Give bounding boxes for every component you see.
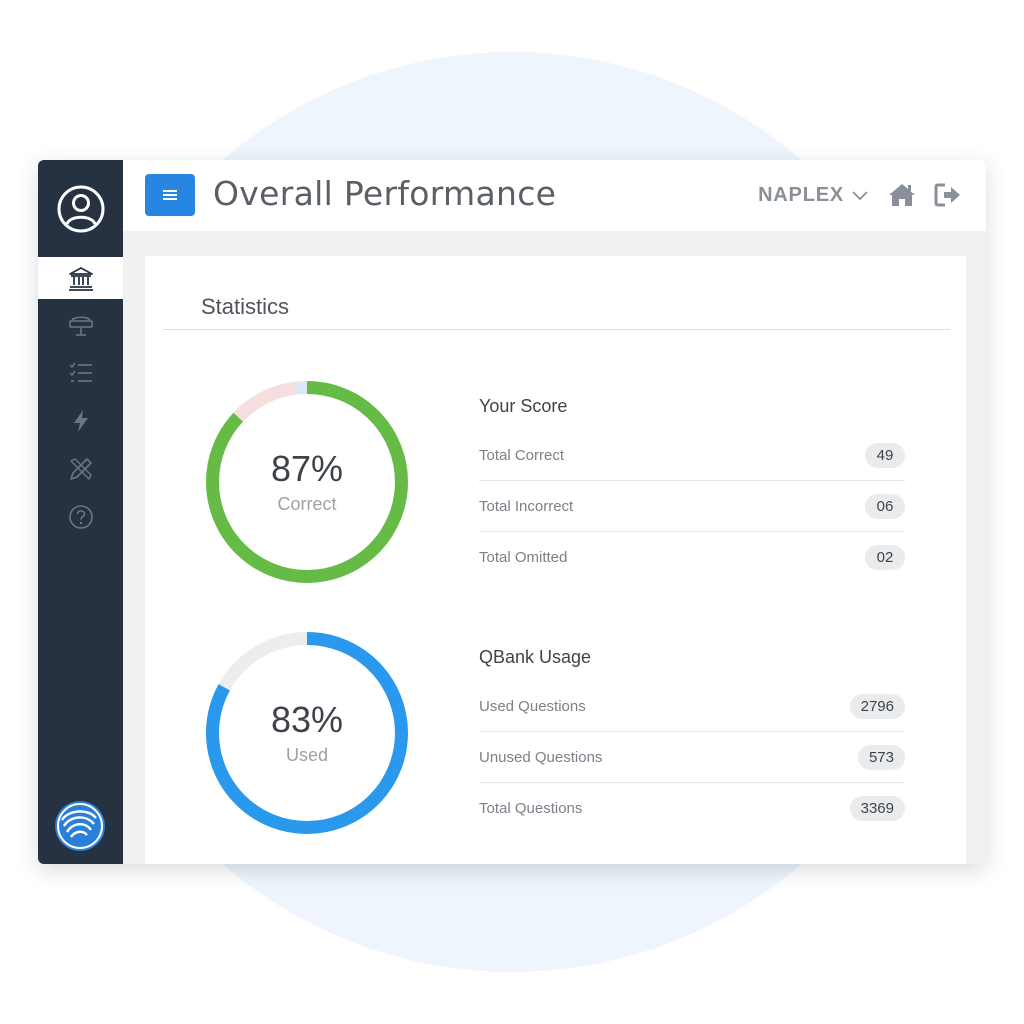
stat-label: Total Omitted [479,549,568,566]
statistics-card: Statistics 87% Correct 83% Used Your Sco… [145,256,966,864]
stat-label: Unused Questions [479,748,603,766]
exam-selector-label: NAPLEX [758,184,844,206]
stat-value-badge: 49 [865,442,905,468]
list-item: Used Questions 2796 [479,681,905,732]
logout-button[interactable] [934,182,962,213]
score-ring: 87% Correct [206,381,408,583]
top-header: Overall Performance NAPLEX [123,160,986,231]
sidebar-item-tests[interactable] [38,352,123,394]
stat-label: Total Correct [479,446,565,464]
qbank-usage-title: QBank Usage [479,647,592,667]
list-item: Total Omitted 02 [479,532,905,583]
stat-label: Total Incorrect [479,497,574,515]
app-window: Overall Performance NAPLEX Statistics 87… [38,160,986,864]
pencil-ruler-icon [69,458,92,480]
sidebar-item-flashcards[interactable] [38,400,123,442]
stat-value-badge: 573 [857,744,905,770]
usage-label: Used [285,745,329,766]
tutor-board-icon [68,316,93,336]
logout-icon [934,183,960,207]
sidebar-item-overall[interactable] [38,257,123,299]
stat-label: Total Questions [479,800,583,817]
statistics-title: Statistics [201,294,290,319]
list-item: Total Questions 3369 [479,783,905,834]
profile-icon [57,185,104,232]
sidebar-item-notes[interactable] [38,448,123,490]
sidebar-item-help[interactable] [38,496,123,538]
list-item: Total Incorrect 06 [479,481,905,532]
your-score-title: Your Score [479,396,568,416]
stat-value-badge: 3369 [849,796,905,821]
sidebar [38,160,123,864]
page-title: Overall Performance [213,174,557,213]
list-item: Unused Questions 573 [479,732,905,783]
help-icon [68,505,93,529]
sidebar-item-tutor[interactable] [38,304,123,346]
home-button[interactable] [888,182,916,213]
stat-value-badge: 02 [865,545,905,570]
bank-icon [68,267,93,291]
usage-percent: 83% [270,698,344,740]
menu-button[interactable] [145,174,195,216]
list-item: Total Correct 49 [479,430,905,481]
hamburger-icon [163,190,177,200]
score-percent: 87% [270,447,344,489]
divider [163,329,950,330]
usage-ring: 83% Used [206,632,408,834]
checklist-icon [68,362,92,382]
flash-icon [73,410,88,432]
brand-logo-icon [54,800,106,852]
stat-value-badge: 2796 [849,693,905,719]
score-label: Correct [277,494,337,515]
home-icon [889,184,915,206]
stat-label: Used Questions [479,697,586,715]
stat-value-badge: 06 [865,493,905,519]
exam-selector[interactable]: NAPLEX [758,184,868,207]
profile-button[interactable] [38,160,123,257]
chevron-down-icon [852,190,868,200]
your-score-group: Your Score Total Correct 49 Total Incorr… [479,396,905,583]
qbank-usage-group: QBank Usage Used Questions 2796 Unused Q… [479,647,905,834]
